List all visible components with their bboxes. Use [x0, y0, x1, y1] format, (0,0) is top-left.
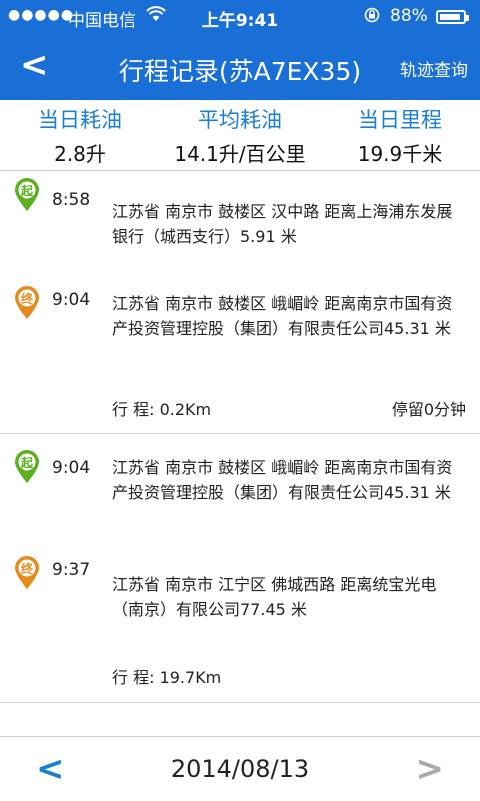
- date-navigator: < 2014/08/13 >: [0, 736, 480, 801]
- end-address: 江苏省 南京市 鼓楼区 峨嵋岭 距离南京市国有资产投资管理控股（集团）有限责任公…: [112, 294, 453, 338]
- battery-percent: 88%: [390, 6, 428, 26]
- avg-fuel-label: 平均耗油: [198, 108, 282, 132]
- daily-fuel-label: 当日耗油: [38, 108, 122, 132]
- start-address: 江苏省 南京市 鼓楼区 汉中路 距离上海浦东发展银行（城西支行）5.91 米: [112, 202, 453, 246]
- trip-distance: 行 程: 19.7Km: [112, 668, 222, 687]
- daily-mileage-value: 19.9千米: [357, 142, 443, 166]
- trip-divider: [0, 702, 480, 703]
- start-pin-label: 起: [20, 456, 33, 470]
- stay-duration: 停留0分钟: [391, 400, 466, 419]
- start-pin-label: 起: [20, 184, 33, 198]
- end-time: 9:04: [52, 290, 91, 310]
- end-pin-icon: 终: [14, 286, 40, 320]
- avg-fuel-stat: 平均耗油 14.1升/百公里: [160, 100, 320, 167]
- rotation-lock-icon: [364, 7, 380, 27]
- next-day-button[interactable]: >: [416, 749, 445, 789]
- start-pin-icon: 起: [14, 178, 40, 212]
- end-pin-icon: 终: [14, 556, 40, 590]
- daily-fuel-value: 2.8升: [54, 142, 106, 166]
- end-pin-label: 终: [20, 562, 33, 576]
- daily-mileage-label: 当日里程: [358, 108, 442, 132]
- daily-mileage-stat: 当日里程 19.9千米: [320, 100, 480, 167]
- stats-panel: 当日耗油 2.8升 平均耗油 14.1升/百公里 当日里程 19.9千米: [0, 100, 480, 171]
- trip-divider: [0, 433, 480, 434]
- trip-distance: 行 程: 0.2Km: [112, 400, 212, 419]
- track-query-button[interactable]: 轨迹查询: [400, 56, 468, 81]
- daily-fuel-stat: 当日耗油 2.8升: [0, 100, 160, 167]
- header-bar: ●●●●● 中国电信 上午9:41 88% < 行程记录(苏A7EX35) 轨迹…: [0, 0, 480, 100]
- avg-fuel-value: 14.1升/百公里: [174, 142, 306, 166]
- start-pin-icon: 起: [14, 450, 40, 484]
- start-time: 9:04: [52, 458, 91, 478]
- end-pin-label: 终: [20, 292, 33, 306]
- battery-icon: [436, 10, 469, 24]
- start-address: 江苏省 南京市 鼓楼区 峨嵋岭 距离南京市国有资产投资管理控股（集团）有限责任公…: [112, 458, 453, 502]
- start-time: 8:58: [52, 190, 91, 210]
- end-time: 9:37: [52, 560, 91, 580]
- current-date: 2014/08/13: [170, 755, 310, 783]
- status-bar: ●●●●● 中国电信 上午9:41 88%: [0, 0, 480, 34]
- end-address: 江苏省 南京市 江宁区 佛城西路 距离统宝光电（南京）有限公司77.45 米: [112, 575, 437, 619]
